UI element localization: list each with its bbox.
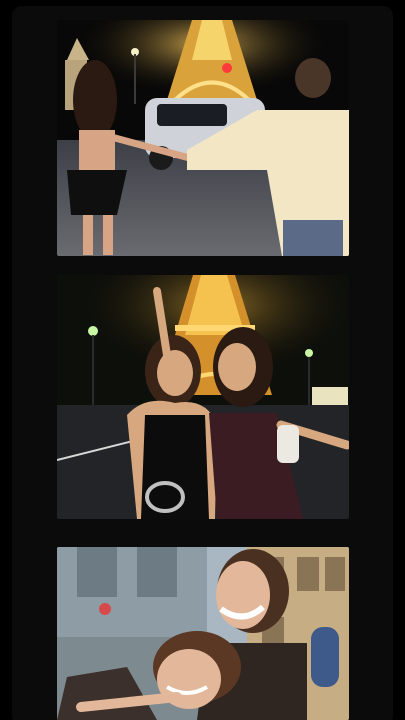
photo-two-women-eiffel-tower-icon bbox=[57, 275, 349, 519]
app-screen bbox=[0, 0, 405, 720]
photo-eiffel-tower-night-street-icon bbox=[57, 20, 349, 256]
photo-3[interactable] bbox=[57, 547, 349, 720]
photo-1[interactable] bbox=[57, 20, 349, 256]
photo-friends-hugging-street-icon bbox=[57, 547, 349, 720]
photo-2[interactable] bbox=[57, 275, 349, 519]
